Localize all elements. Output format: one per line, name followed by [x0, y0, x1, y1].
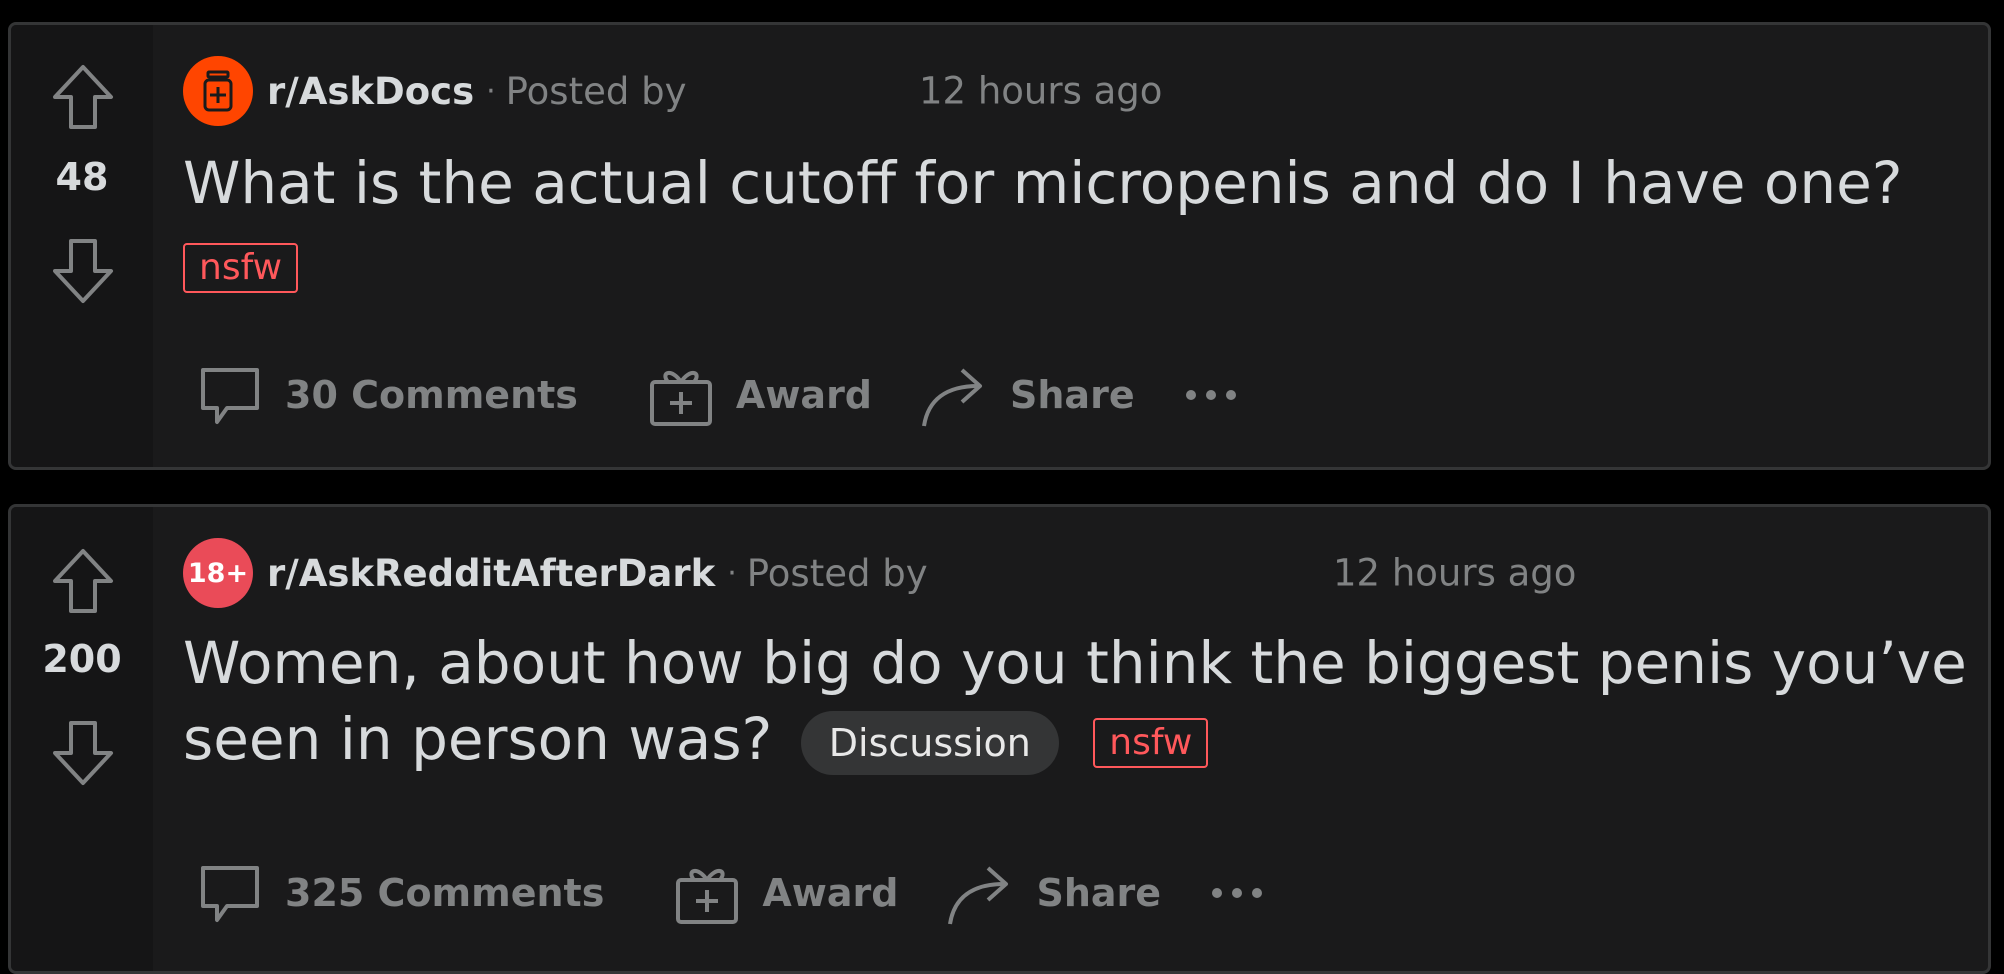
comments-count: 325 Comments [285, 871, 605, 915]
post-card[interactable]: 200 18+ r/AskRedditAfterDark · Posted by… [8, 504, 1991, 974]
vote-column: 200 [11, 507, 153, 971]
post-title[interactable]: Women, about how big do you think the bi… [183, 625, 1973, 777]
award-button[interactable]: Award [648, 362, 872, 428]
subreddit-link[interactable]: r/AskDocs [267, 70, 474, 113]
post-tags: nsfw [183, 243, 299, 293]
post-time[interactable]: 12 hours ago [1333, 552, 1576, 595]
post-content: r/AskDocs · Posted by 12 hours ago What … [183, 25, 1968, 467]
share-arrow-icon [948, 866, 1009, 925]
post-meta: 18+ r/AskRedditAfterDark · Posted by 12 … [183, 537, 1968, 609]
share-label: Share [1010, 373, 1135, 417]
medicine-bottle-icon[interactable] [183, 56, 253, 126]
award-label: Award [735, 373, 873, 417]
share-label: Share [1036, 871, 1162, 915]
subreddit-link[interactable]: r/AskRedditAfterDark [267, 552, 715, 595]
upvote-arrow-icon[interactable] [47, 545, 119, 617]
share-button[interactable]: Share [918, 360, 1135, 430]
flair-tag[interactable]: Discussion [800, 710, 1059, 775]
comments-button[interactable]: 325 Comments [197, 860, 604, 926]
post-title[interactable]: What is the actual cutoff for micropenis… [183, 145, 1903, 221]
comments-button[interactable]: 30 Comments [197, 362, 578, 428]
post-meta: r/AskDocs · Posted by 12 hours ago [183, 55, 1968, 127]
gift-icon [676, 869, 739, 924]
award-label: Award [762, 871, 899, 915]
share-arrow-icon [922, 368, 983, 427]
post-content: 18+ r/AskRedditAfterDark · Posted by 12 … [183, 507, 1968, 971]
more-options-icon[interactable] [1181, 355, 1241, 435]
post-actions: 325 Comments Award Share [183, 853, 1267, 933]
posted-by-label: Posted by [746, 551, 928, 595]
award-button[interactable]: Award [674, 860, 898, 926]
comments-count: 30 Comments [285, 373, 578, 417]
share-button[interactable]: Share [944, 858, 1161, 928]
nsfw-tag: nsfw [1093, 717, 1209, 768]
vote-column: 48 [11, 25, 153, 467]
post-actions: 30 Comments Award Share [183, 355, 1241, 435]
more-options-icon[interactable] [1207, 853, 1267, 933]
downvote-arrow-icon[interactable] [47, 717, 119, 789]
comment-bubble-icon [201, 368, 259, 424]
meta-separator: · [727, 555, 737, 591]
upvote-arrow-icon[interactable] [47, 61, 119, 133]
post-time[interactable]: 12 hours ago [919, 70, 1162, 113]
downvote-arrow-icon[interactable] [47, 235, 119, 307]
vote-score: 200 [42, 637, 122, 681]
gift-icon [649, 371, 712, 426]
meta-separator: · [486, 73, 496, 109]
comment-bubble-icon [201, 866, 259, 922]
posted-by-label: Posted by [505, 69, 687, 113]
nsfw-18-plus-icon[interactable]: 18+ [183, 538, 253, 608]
post-title-text[interactable]: What is the actual cutoff for micropenis… [183, 149, 1903, 217]
post-card[interactable]: 48 r/AskDocs · Posted by 12 hours ago Wh… [8, 22, 1991, 470]
vote-score: 48 [55, 155, 109, 199]
post-title-text[interactable]: Women, about how big do you think the bi… [183, 629, 1967, 773]
nsfw-tag: nsfw [183, 243, 299, 293]
